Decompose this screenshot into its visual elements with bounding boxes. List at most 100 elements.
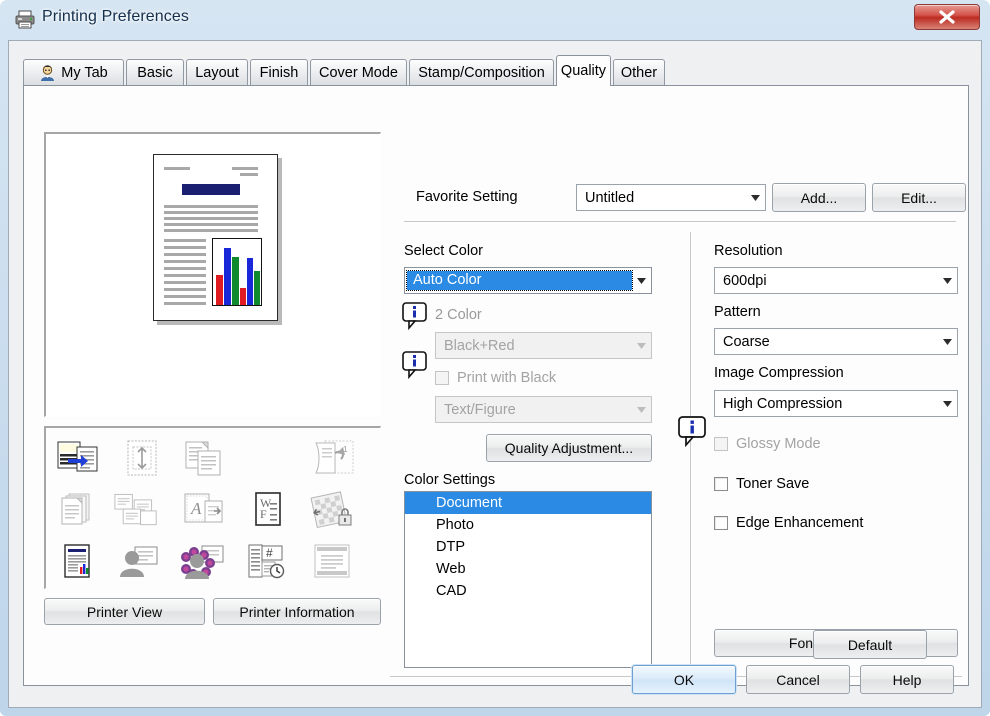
tab-label: Other <box>620 64 658 81</box>
user-authentication-icon <box>180 540 224 584</box>
list-item[interactable]: Document <box>405 492 651 514</box>
list-item[interactable]: CAD <box>405 580 651 602</box>
info-icon[interactable] <box>402 302 428 331</box>
edge-enhancement-label: Edge Enhancement <box>736 515 864 531</box>
tab-label: My Tab <box>61 64 108 81</box>
window-title: Printing Preferences <box>42 8 189 25</box>
document-preview <box>44 132 381 417</box>
tab-stamp-composition[interactable]: Stamp/Composition <box>409 59 554 85</box>
info-icon[interactable] <box>678 416 706 448</box>
printer-view-button[interactable]: Printer View <box>44 598 205 625</box>
info-icon[interactable] <box>402 351 428 380</box>
tab-basic[interactable]: Basic <box>126 59 184 85</box>
image-compression-value: High Compression <box>723 395 843 412</box>
watermark-text-icon: W F <box>246 488 290 532</box>
column-divider <box>690 232 691 672</box>
tab-content-quality: 1 A W F # Printer View Printer Informati… <box>23 86 969 686</box>
pattern-label: Pattern <box>714 304 761 320</box>
chart-bar <box>254 271 260 305</box>
color-settings-list[interactable]: Document Photo DTP Web CAD <box>404 491 652 668</box>
ok-button[interactable]: OK <box>632 665 736 694</box>
tab-label: Quality <box>560 63 607 79</box>
pattern-combo[interactable]: Coarse <box>714 328 958 355</box>
section-separator <box>404 221 956 222</box>
two-color-label: 2 Color <box>435 307 482 323</box>
help-label: Help <box>892 671 922 688</box>
secure-print-icon <box>310 488 354 532</box>
preview-page-thumbnail <box>153 154 278 321</box>
chevron-down-icon <box>746 185 765 210</box>
cancel-button[interactable]: Cancel <box>746 665 850 694</box>
list-item[interactable]: Photo <box>405 514 651 536</box>
cancel-label: Cancel <box>776 671 820 688</box>
page-margin-icon <box>120 436 164 480</box>
favorite-add-button[interactable]: Add... <box>772 183 866 212</box>
color-settings-label: Color Settings <box>404 472 496 488</box>
toner-save-label: Toner Save <box>736 476 810 492</box>
edge-enhancement-checkbox[interactable]: Edge Enhancement <box>714 515 863 531</box>
banner-page-icon <box>310 540 354 584</box>
quality-adjustment-label: Quality Adjustment... <box>504 440 634 456</box>
tab-quality[interactable]: Quality <box>556 55 611 86</box>
n-up-layout-icon <box>114 488 158 532</box>
favorite-setting-value: Untitled <box>585 189 635 206</box>
favorite-edit-button[interactable]: Edit... <box>872 183 966 212</box>
chart-bar <box>240 288 246 305</box>
default-label: Default <box>847 636 893 653</box>
user-avatar-icon <box>39 64 56 81</box>
help-button[interactable]: Help <box>860 665 954 694</box>
glossy-mode-label: Glossy Mode <box>736 436 821 452</box>
toner-save-checkbox[interactable]: Toner Save <box>714 476 809 492</box>
chart-bar <box>216 275 223 305</box>
svg-text:A: A <box>190 499 202 518</box>
two-color-value: Black+Red <box>444 337 515 354</box>
multiple-copies-icon <box>56 488 100 532</box>
printer-information-button[interactable]: Printer Information <box>213 598 381 625</box>
resolution-value: 600dpi <box>723 272 767 289</box>
color-document-icon <box>56 540 100 584</box>
default-button[interactable]: Default <box>813 630 927 659</box>
printer-icon <box>14 8 36 30</box>
printing-preferences-window: Printing Preferences My Tab Basic Layout Fi… <box>0 0 990 716</box>
tab-label: Stamp/Composition <box>418 64 545 81</box>
favorite-setting-combo[interactable]: Untitled <box>576 184 766 211</box>
list-item[interactable]: Web <box>405 558 651 580</box>
tab-underline <box>23 85 969 86</box>
preview-pane: 1 A W F # Printer View Printer Informati… <box>30 90 382 678</box>
tab-layout[interactable]: Layout <box>186 59 248 85</box>
printer-information-label: Printer Information <box>239 603 355 620</box>
resolution-combo[interactable]: 600dpi <box>714 267 958 294</box>
preview-title-block <box>182 184 240 195</box>
chart-bar <box>224 248 231 305</box>
glossy-mode-checkbox[interactable]: Glossy Mode <box>714 436 821 452</box>
list-item[interactable]: DTP <box>405 536 651 558</box>
close-button[interactable] <box>914 4 980 30</box>
print-with-black-combo[interactable]: Text/Figure <box>435 396 652 423</box>
tab-cover-mode[interactable]: Cover Mode <box>310 59 407 85</box>
tab-my-tab[interactable]: My Tab <box>23 59 124 85</box>
quality-adjustment-button[interactable]: Quality Adjustment... <box>486 434 652 462</box>
job-schedule-icon: # <box>244 540 288 584</box>
image-compression-combo[interactable]: High Compression <box>714 390 958 417</box>
print-with-black-label: Print with Black <box>457 370 557 386</box>
tab-other[interactable]: Other <box>613 59 665 85</box>
tab-label: Basic <box>137 64 173 81</box>
svg-text:#: # <box>266 546 273 560</box>
chart-bar <box>247 258 253 305</box>
checkbox-box <box>714 437 728 451</box>
print-with-black-checkbox[interactable]: Print with Black <box>435 370 556 386</box>
tab-strip[interactable]: My Tab Basic Layout Finish Cover Mode Stamp/C… <box>23 55 969 86</box>
collate-copies-icon <box>182 436 226 480</box>
tab-finish[interactable]: Finish <box>250 59 308 85</box>
tab-label: Cover Mode <box>319 64 398 81</box>
watermark-overlay-icon: A <box>182 488 226 532</box>
chevron-down-icon <box>632 397 651 422</box>
printer-view-label: Printer View <box>86 603 163 620</box>
select-color-combo[interactable]: Auto Color <box>404 267 652 294</box>
chevron-down-icon <box>938 391 957 416</box>
two-color-combo[interactable]: Black+Red <box>435 332 652 359</box>
chevron-down-icon <box>938 268 957 293</box>
chevron-down-icon <box>938 329 957 354</box>
checkbox-box <box>435 371 449 385</box>
print-with-black-value: Text/Figure <box>444 401 516 418</box>
